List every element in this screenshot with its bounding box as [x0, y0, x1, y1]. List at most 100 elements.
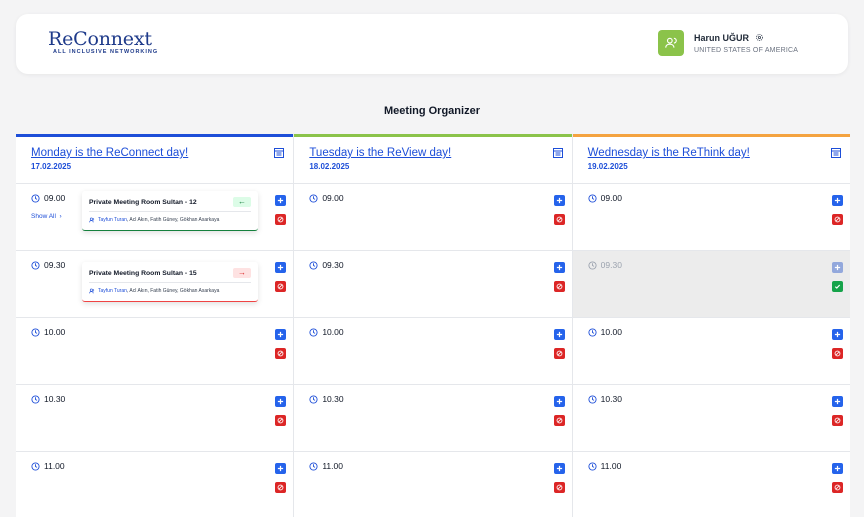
meeting-room: Private Meeting Room Sultan - 12 — [89, 199, 197, 206]
clock-icon — [31, 260, 40, 270]
clock-icon — [588, 260, 597, 270]
add-meeting-button[interactable] — [831, 329, 843, 340]
day-column-monday: Monday is the ReConnect day! 17.02.2025 … — [16, 134, 295, 517]
slot-time: 09.30 — [600, 260, 622, 270]
day-title-link[interactable]: Tuesday is the ReView day! — [309, 146, 556, 160]
clock-icon — [588, 327, 597, 337]
users-icon — [89, 217, 95, 223]
top-header: ReConnext ALL INCLUSIVE NETWORKING Harun… — [16, 14, 848, 74]
block-slot-button[interactable] — [831, 348, 843, 359]
block-slot-button[interactable] — [831, 415, 843, 426]
block-slot-button[interactable] — [275, 415, 287, 426]
clock-icon — [31, 327, 40, 337]
meeting-card[interactable]: Private Meeting Room Sultan - 12 ← Tayfu… — [82, 191, 258, 231]
clock-icon — [31, 461, 40, 471]
meeting-room: Private Meeting Room Sultan - 15 — [89, 270, 197, 277]
slot-time: 10.00 — [600, 327, 622, 337]
add-meeting-button[interactable] — [831, 463, 843, 474]
clock-icon — [31, 193, 40, 203]
users-icon — [89, 288, 95, 294]
day-column-tuesday: Tuesday is the ReView day! 18.02.2025 09… — [294, 134, 573, 517]
slot-time: 10.30 — [600, 394, 622, 404]
block-slot-button[interactable] — [275, 348, 287, 359]
block-slot-button[interactable] — [275, 214, 287, 225]
slot-time: 10.00 — [322, 327, 344, 337]
notebook-icon[interactable] — [830, 147, 842, 159]
time-slot[interactable]: 10.30 — [16, 385, 294, 452]
block-slot-button[interactable] — [553, 214, 565, 225]
time-slot[interactable]: 10.00 — [294, 318, 572, 385]
time-slot[interactable]: 09.30 Private Meeting Room Sultan - 15 →… — [16, 251, 294, 318]
add-meeting-button[interactable] — [275, 396, 287, 407]
add-meeting-button[interactable] — [275, 195, 287, 206]
notebook-icon[interactable] — [552, 147, 564, 159]
block-slot-button[interactable] — [831, 214, 843, 225]
slot-time: 09.30 — [322, 260, 344, 270]
unblock-slot-button[interactable] — [831, 281, 843, 292]
brand-name: ReConnext — [48, 28, 152, 50]
clock-icon — [588, 461, 597, 471]
add-meeting-button[interactable] — [553, 195, 565, 206]
block-slot-button[interactable] — [553, 348, 565, 359]
clock-icon — [588, 193, 597, 203]
brand-logo[interactable]: ReConnext ALL INCLUSIVE NETWORKING — [48, 28, 158, 55]
time-slot[interactable]: 09.00 — [572, 184, 850, 251]
time-slot[interactable]: 11.00 — [294, 452, 571, 517]
block-slot-button[interactable] — [553, 482, 565, 493]
block-slot-button[interactable] — [275, 482, 287, 493]
clock-icon — [588, 394, 597, 404]
slot-time: 09.00 — [44, 193, 66, 203]
time-slot[interactable]: 11.00 — [16, 452, 293, 517]
block-slot-button[interactable] — [275, 281, 287, 292]
block-slot-button[interactable] — [553, 281, 565, 292]
page-title: Meeting Organizer — [384, 105, 480, 117]
gear-icon[interactable] — [755, 33, 764, 42]
time-slot[interactable]: 10.30 — [572, 385, 850, 452]
clock-icon — [309, 461, 318, 471]
add-meeting-button[interactable] — [831, 396, 843, 407]
add-meeting-button[interactable] — [831, 195, 843, 206]
slot-time: 11.00 — [322, 461, 343, 471]
slot-time: 10.30 — [322, 394, 344, 404]
time-slot[interactable]: 09.00 — [294, 184, 572, 251]
slot-time: 09.00 — [322, 193, 344, 203]
user-profile[interactable]: Harun UĞUR UNITED STATES OF AMERICA — [658, 30, 798, 56]
add-meeting-button — [831, 262, 843, 273]
time-slot[interactable]: 11.00 — [573, 452, 850, 517]
user-country: UNITED STATES OF AMERICA — [694, 46, 799, 54]
add-meeting-button[interactable] — [553, 396, 565, 407]
block-slot-button[interactable] — [553, 415, 565, 426]
add-meeting-button[interactable] — [553, 463, 565, 474]
notebook-icon[interactable] — [273, 147, 285, 159]
slot-time: 11.00 — [44, 461, 65, 471]
slot-time: 09.00 — [600, 193, 622, 203]
block-slot-button[interactable] — [831, 482, 843, 493]
time-slot[interactable]: 09.00 Show All › Private Meeting Room Su… — [16, 184, 294, 251]
time-slot[interactable]: 10.30 — [294, 385, 572, 452]
day-title-link[interactable]: Wednesday is the ReThink day! — [588, 146, 835, 160]
add-meeting-button[interactable] — [553, 262, 565, 273]
clock-icon — [309, 327, 318, 337]
day-date: 19.02.2025 — [587, 162, 628, 171]
brand-tagline: ALL INCLUSIVE NETWORKING — [53, 49, 159, 55]
add-meeting-button[interactable] — [553, 329, 565, 340]
time-slot[interactable]: 10.00 — [572, 318, 850, 385]
day-title-link[interactable]: Monday is the ReConnect day! — [31, 146, 278, 160]
add-meeting-button[interactable] — [275, 463, 287, 474]
clock-icon — [309, 260, 318, 270]
arrow-left-icon: ← — [233, 197, 251, 207]
meeting-participants: Tayfun Turan, Acl Akın, Fatih Güney, Gök… — [89, 217, 219, 223]
meeting-card[interactable]: Private Meeting Room Sultan - 15 → Tayfu… — [82, 262, 258, 302]
slot-time: 11.00 — [600, 461, 622, 471]
time-slot[interactable]: 10.00 — [16, 318, 294, 385]
user-avatar-icon — [658, 30, 684, 56]
day-date: 18.02.2025 — [309, 162, 350, 171]
add-meeting-button[interactable] — [275, 329, 287, 340]
time-slot[interactable]: 09.30 — [294, 251, 572, 318]
add-meeting-button[interactable] — [275, 262, 287, 273]
arrow-right-icon: → — [233, 268, 251, 278]
time-slot-blocked[interactable]: 09.30 — [572, 251, 850, 318]
day-date: 17.02.2025 — [31, 162, 72, 171]
slot-time: 10.30 — [44, 394, 66, 404]
show-all-link[interactable]: Show All › — [31, 213, 62, 220]
